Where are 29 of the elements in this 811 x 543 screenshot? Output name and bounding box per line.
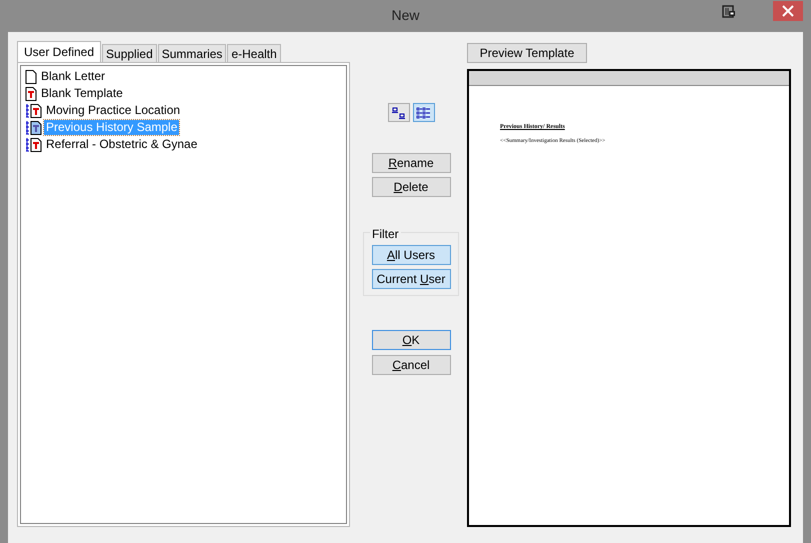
- tab[interactable]: User Defined: [17, 41, 102, 62]
- window-title: New: [390, 7, 420, 23]
- tab[interactable]: Summaries: [158, 44, 226, 62]
- filter-button[interactable]: Current User: [372, 269, 450, 289]
- list-item[interactable]: Moving Practice Location: [44, 103, 182, 118]
- filter-button[interactable]: All Users: [372, 245, 450, 265]
- action-button[interactable]: Delete: [372, 177, 450, 197]
- shared-template-icon: [25, 138, 42, 152]
- shared-template-icon: [25, 120, 42, 134]
- action-button[interactable]: Rename: [372, 153, 450, 173]
- template-icon: [25, 86, 37, 100]
- filter-label: Filter: [370, 227, 401, 241]
- close-icon: [782, 5, 794, 17]
- preview-template-button[interactable]: Preview Template: [467, 43, 587, 63]
- list-view-button[interactable]: [412, 103, 434, 122]
- large-icons-icon: [392, 106, 406, 118]
- tab[interactable]: Supplied: [102, 44, 157, 62]
- tab[interactable]: e-Health: [227, 44, 281, 62]
- window-icon[interactable]: [722, 5, 736, 19]
- list-view-icon: [416, 106, 432, 118]
- dialog-button[interactable]: OK: [372, 330, 450, 350]
- list-item[interactable]: Referral - Obstetric & Gynae: [44, 137, 200, 152]
- dialog-button[interactable]: Cancel: [372, 355, 450, 375]
- list-item[interactable]: Blank Template: [39, 86, 125, 101]
- icon-view-button[interactable]: [388, 103, 410, 122]
- close-button[interactable]: [773, 1, 803, 21]
- shared-template-icon: [25, 104, 42, 118]
- list-item[interactable]: Blank Letter: [39, 69, 108, 84]
- document-icon: [25, 70, 37, 84]
